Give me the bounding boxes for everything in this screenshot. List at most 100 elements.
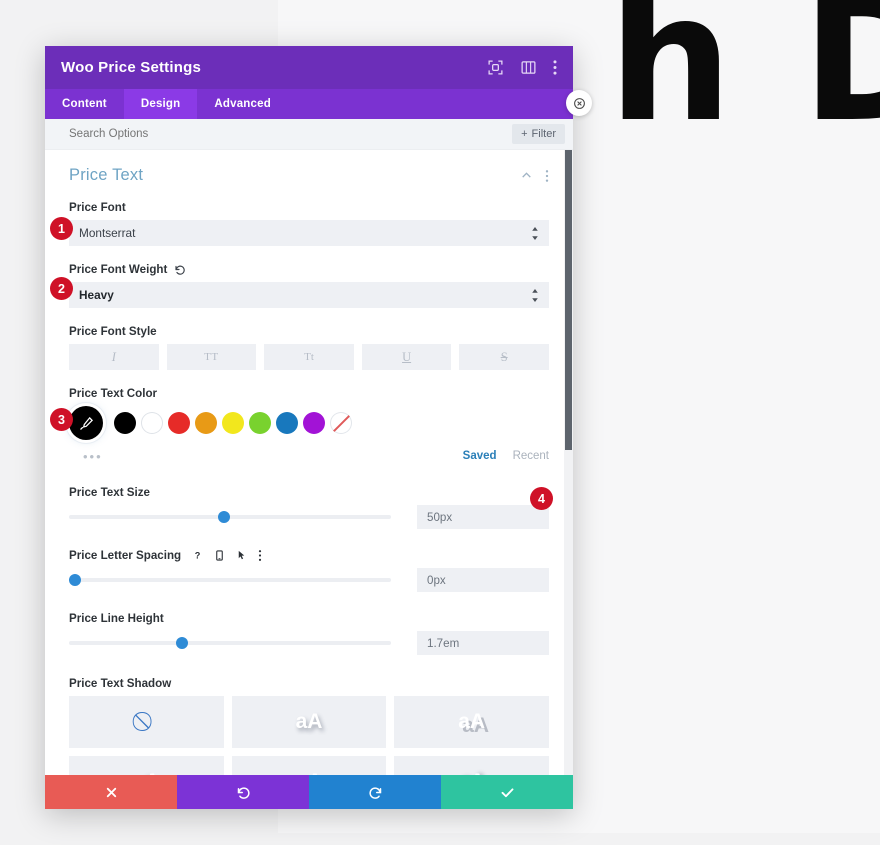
swatch-black[interactable] (114, 412, 136, 434)
focus-target-icon[interactable] (487, 59, 504, 76)
redo-button[interactable] (309, 775, 441, 809)
price-font-style-field: Price Font Style I TT Tt U S (69, 325, 549, 370)
price-font-field: Price Font Montserrat (69, 201, 549, 246)
check-icon (501, 787, 513, 797)
slider-knob[interactable] (175, 637, 188, 649)
price-letter-spacing-input[interactable]: 0px (417, 568, 549, 592)
shadow-preset-soft-bottom-right[interactable]: aA (231, 696, 387, 748)
price-font-weight-value: Heavy (79, 288, 114, 302)
shadow-sample: aA (133, 770, 160, 775)
price-font-weight-label: Price Font Weight (69, 263, 549, 276)
font-style-buttons: I TT Tt U S (69, 344, 549, 370)
slider-track (69, 641, 391, 645)
shadow-sample: aA (458, 710, 486, 733)
shadow-preset-bottom-left[interactable]: aA (69, 756, 224, 775)
tab-advanced[interactable]: Advanced (197, 89, 288, 119)
close-modal-button[interactable] (566, 90, 592, 116)
price-letter-spacing-label: Price Letter Spacing ? (69, 549, 549, 562)
plus-icon: + (521, 128, 528, 140)
more-colors-button[interactable]: ••• (83, 449, 103, 464)
price-text-shadow-label: Price Text Shadow (69, 677, 172, 690)
price-text-color-label: Price Text Color (69, 387, 158, 400)
text-shadow-presets: ⃠ aA aA aA aA (69, 696, 549, 775)
price-line-height-field: Price Line Height 1.7em (69, 612, 549, 655)
price-line-height-input[interactable]: 1.7em (417, 631, 549, 655)
chevron-updown-icon (531, 288, 539, 302)
help-icon[interactable]: ? (192, 549, 203, 562)
price-letter-spacing-slider[interactable] (69, 569, 391, 591)
cancel-button[interactable] (45, 775, 177, 809)
price-font-select[interactable]: Montserrat (69, 220, 549, 246)
hover-cursor-icon[interactable] (236, 549, 247, 562)
swatch-blue[interactable] (276, 412, 298, 434)
price-text-shadow-field: Price Text Shadow ⃠ aA aA aA (69, 677, 549, 775)
shadow-sample: aA (295, 710, 323, 733)
hero-headline: h D (608, 0, 880, 161)
shadow-preset-bottom[interactable]: aA (231, 756, 387, 775)
search-input[interactable] (69, 128, 513, 140)
more-vertical-icon[interactable] (258, 549, 262, 562)
chevron-up-icon[interactable] (520, 169, 533, 182)
price-letter-spacing-row: 0px (69, 568, 549, 592)
layout-columns-icon[interactable] (520, 59, 537, 76)
price-text-size-slider[interactable] (69, 506, 391, 528)
chevron-updown-icon (531, 226, 539, 240)
recent-colors-tab[interactable]: Recent (513, 450, 549, 462)
price-font-label: Price Font (69, 201, 126, 214)
filter-label: Filter (531, 128, 556, 140)
swatch-red[interactable] (168, 412, 190, 434)
more-vertical-icon[interactable] (545, 169, 549, 183)
settings-content: Price Text Price Font Montserrat Price F… (45, 150, 573, 775)
reset-icon[interactable] (174, 264, 186, 276)
price-line-height-value: 1.7em (427, 636, 460, 650)
swatch-none[interactable] (330, 412, 352, 434)
tab-design[interactable]: Design (123, 89, 198, 119)
italic-button[interactable]: I (69, 344, 159, 370)
slider-track (69, 578, 391, 582)
price-text-size-input[interactable]: 50px (417, 505, 549, 529)
saved-colors-tab[interactable]: Saved (463, 450, 497, 462)
capitalize-button[interactable]: Tt (264, 344, 354, 370)
swatch-white[interactable] (141, 412, 163, 434)
shadow-preset-none[interactable]: ⃠ (69, 696, 224, 748)
strikethrough-button[interactable]: S (459, 344, 549, 370)
filter-button[interactable]: + Filter (512, 124, 565, 144)
uppercase-button[interactable]: TT (166, 344, 257, 370)
svg-text:?: ? (195, 551, 201, 561)
slider-knob[interactable] (69, 574, 82, 586)
uppercase-icon: TT (204, 351, 219, 363)
capitalize-icon: Tt (304, 351, 314, 363)
responsive-icon[interactable] (214, 549, 225, 562)
annotation-badge-2: 2 (50, 277, 73, 300)
price-font-weight-select[interactable]: Heavy (69, 282, 549, 308)
panel-scrollbar[interactable] (564, 150, 573, 775)
tab-content[interactable]: Content (45, 89, 124, 119)
scrollbar-thumb[interactable] (565, 150, 572, 450)
price-font-weight-label-text: Price Font Weight (69, 263, 168, 276)
price-font-weight-field: Price Font Weight Heavy (69, 263, 549, 308)
screen: h D Summary Sed ac interdum sapien, et s… (0, 0, 880, 845)
undo-button[interactable] (177, 775, 309, 809)
swatch-yellow[interactable] (222, 412, 244, 434)
section-title: Price Text (69, 166, 144, 184)
price-letter-spacing-field: Price Letter Spacing ? 0px (69, 549, 549, 592)
slider-knob[interactable] (217, 511, 230, 523)
price-text-size-field: Price Text Size 50px (69, 486, 549, 529)
modal-tabs: Content Design Advanced (45, 89, 573, 119)
shadow-preset-hard-bottom-right[interactable]: aA (394, 696, 549, 748)
price-line-height-slider[interactable] (69, 632, 391, 654)
price-text-color-field: Price Text Color ••• Saved Recent (69, 387, 549, 464)
color-picker-button[interactable] (69, 406, 103, 440)
eyedropper-icon (79, 416, 93, 430)
swatch-purple[interactable] (303, 412, 325, 434)
underline-button[interactable]: U (361, 344, 452, 370)
color-swatch-row (69, 406, 549, 440)
close-icon (106, 787, 116, 797)
more-vertical-icon[interactable] (553, 59, 557, 76)
shadow-preset-right[interactable]: aA (394, 756, 549, 775)
price-line-height-label: Price Line Height (69, 612, 164, 625)
redo-icon (368, 786, 381, 799)
save-button[interactable] (441, 775, 573, 809)
swatch-green[interactable] (249, 412, 271, 434)
swatch-orange[interactable] (195, 412, 217, 434)
